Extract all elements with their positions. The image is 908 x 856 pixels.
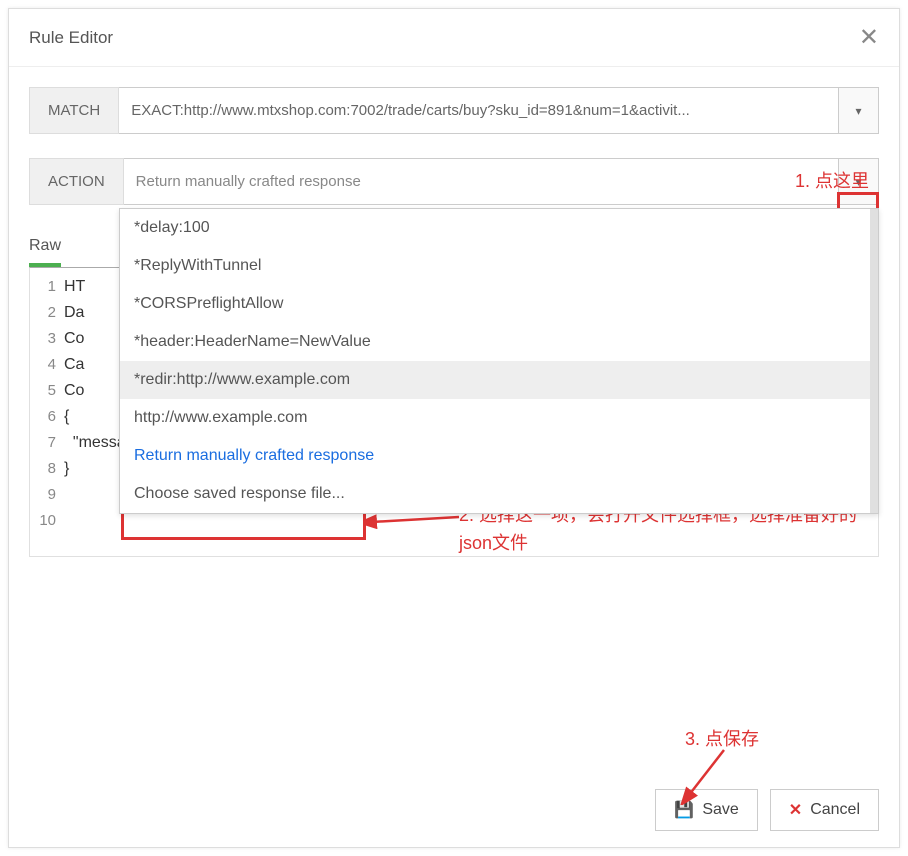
close-icon: ✕ — [859, 24, 879, 51]
dropdown-item[interactable]: http://www.example.com — [120, 399, 878, 437]
match-row: MATCH EXACT:http://www.mtxshop.com:7002/… — [29, 87, 879, 134]
save-button[interactable]: 💾 Save — [655, 789, 757, 831]
tab-raw[interactable]: Raw — [29, 229, 61, 267]
close-button[interactable]: ✕ — [859, 23, 879, 52]
save-label: Save — [702, 801, 738, 819]
scrollbar[interactable] — [870, 209, 878, 513]
match-label: MATCH — [29, 87, 119, 134]
match-input[interactable]: EXACT:http://www.mtxshop.com:7002/trade/… — [119, 87, 839, 134]
action-label: ACTION — [29, 158, 124, 205]
dropdown-item[interactable]: *ReplyWithTunnel — [120, 247, 878, 285]
chevron-down-icon: ▾ — [855, 104, 861, 118]
dialog-header: Rule Editor ✕ — [9, 9, 899, 67]
dropdown-item-selected[interactable]: Return manually crafted response — [120, 437, 878, 475]
code-gutter: 12345678910 — [30, 268, 64, 556]
match-dropdown-caret[interactable]: ▾ — [839, 87, 879, 134]
cancel-label: Cancel — [810, 801, 860, 819]
dialog-title: Rule Editor — [29, 28, 113, 48]
dialog-body: MATCH EXACT:http://www.mtxshop.com:7002/… — [9, 67, 899, 577]
cancel-icon: ✕ — [789, 800, 802, 820]
cancel-button[interactable]: ✕ Cancel — [770, 789, 879, 831]
annotation-step3: 3. 点保存 — [685, 725, 759, 751]
annotation-step1: 1. 点这里 — [795, 167, 869, 193]
rule-editor-dialog: Rule Editor ✕ MATCH EXACT:http://www.mtx… — [8, 8, 900, 848]
dropdown-item[interactable]: *redir:http://www.example.com — [120, 361, 878, 399]
action-input[interactable]: Return manually crafted response — [124, 158, 839, 205]
action-row: ACTION Return manually crafted response … — [29, 158, 879, 205]
save-icon: 💾 — [674, 800, 694, 820]
dropdown-item[interactable]: Choose saved response file... — [120, 475, 878, 513]
dialog-footer: 💾 Save ✕ Cancel — [655, 789, 879, 831]
action-dropdown-panel: *delay:100 *ReplyWithTunnel *CORSPreflig… — [119, 208, 879, 514]
dropdown-item[interactable]: *CORSPreflightAllow — [120, 285, 878, 323]
dropdown-item[interactable]: *delay:100 — [120, 209, 878, 247]
dropdown-item[interactable]: *header:HeaderName=NewValue — [120, 323, 878, 361]
